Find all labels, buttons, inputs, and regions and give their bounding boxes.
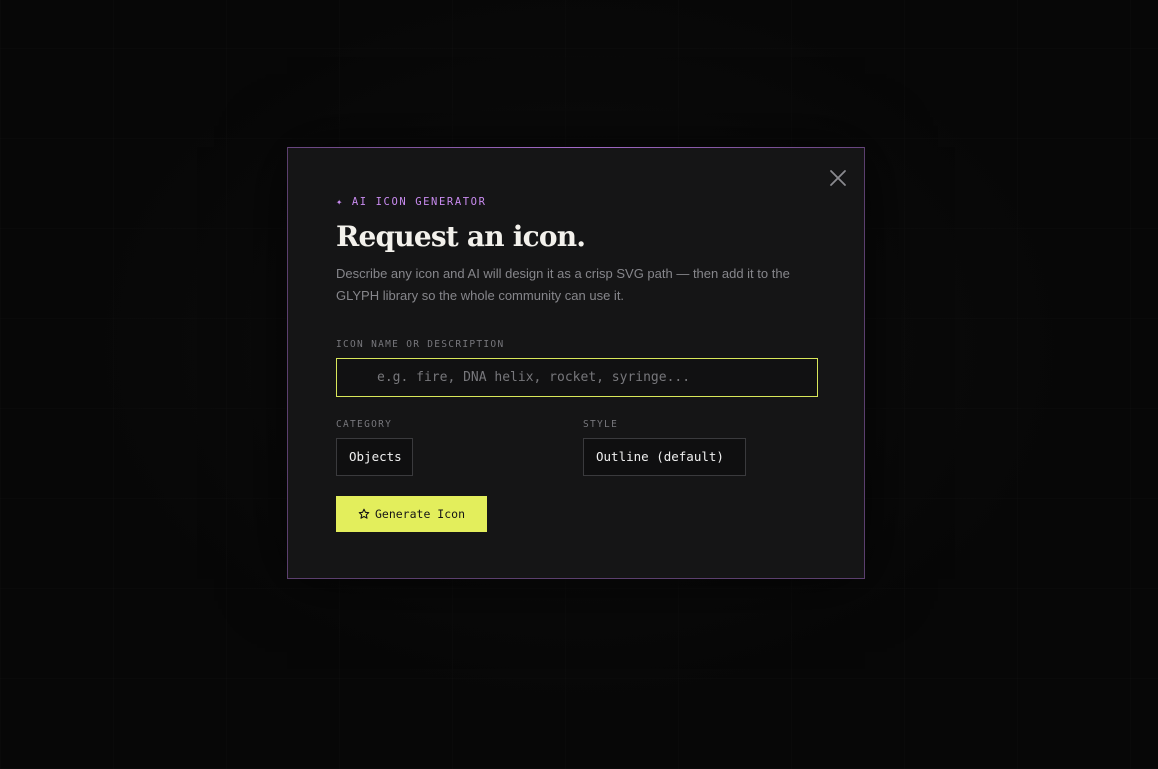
close-button[interactable] [828,168,848,188]
style-selected-value: Outline (default) [596,449,724,464]
close-icon [830,170,846,186]
generate-button-label: Generate Icon [374,507,465,521]
category-select[interactable]: Objects [336,438,413,476]
style-select[interactable]: Outline (default) [583,438,746,476]
style-label: STYLE [583,419,619,430]
modal-description: Describe any icon and AI will design it … [336,266,790,303]
category-label: CATEGORY [336,419,393,430]
icon-name-label: ICON NAME OR DESCRIPTION [336,339,505,350]
generate-icon-button[interactable]: Generate Icon [336,496,487,532]
modal-eyebrow: ✦ AI ICON GENERATOR [336,196,487,208]
icon-name-input[interactable] [336,358,818,397]
category-selected-value: Objects [349,449,402,464]
star-icon [358,508,370,519]
modal-title: Request an icon. [336,220,586,253]
icon-request-modal: ✦ AI ICON GENERATOR Request an icon. Des… [287,147,865,579]
